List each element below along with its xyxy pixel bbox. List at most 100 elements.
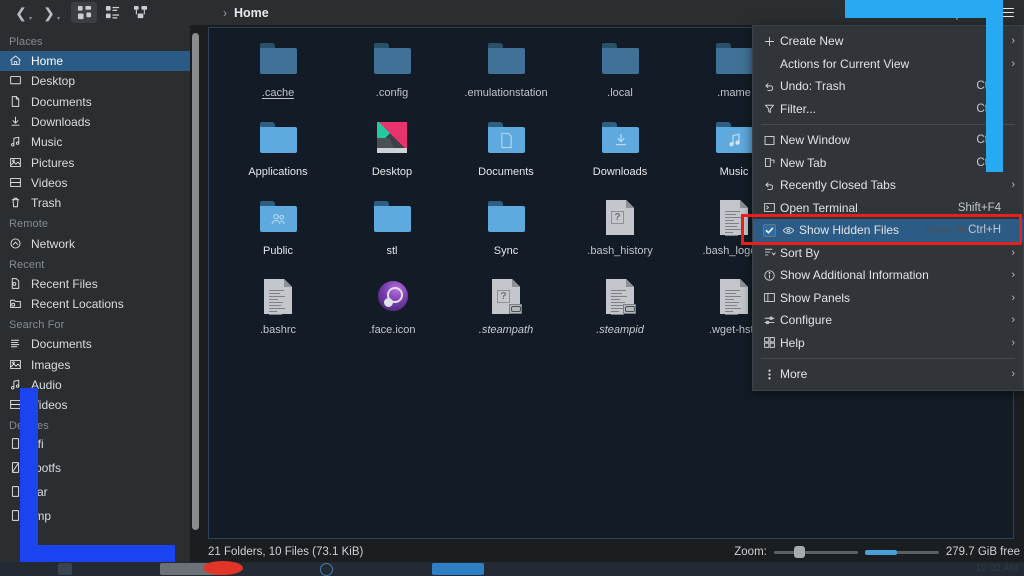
menu-item-new-tab[interactable]: New TabCtrl+ [753,152,1023,175]
file-item[interactable]: Public [221,194,335,273]
file-name-label: .emulationstation [464,87,548,99]
sidebar-item-recent-files[interactable]: Recent Files [0,274,190,294]
menu-item-new-window[interactable]: New WindowCtrl+ [753,129,1023,152]
device-info: efi [31,437,190,451]
sidebar-item-trash[interactable]: Trash [0,193,190,213]
file-item[interactable]: .cache [221,36,335,115]
video-icon [9,176,23,190]
sidebar-item-network[interactable]: Network [0,233,190,253]
menu-item-open-terminal[interactable]: Open Terminal Shift+F4 [753,197,1023,220]
breadcrumb-item-home[interactable]: Home [234,6,269,20]
file-item[interactable]: .local [563,36,677,115]
taskbar-icon-1[interactable] [58,563,72,575]
view-details-button[interactable] [127,2,153,23]
file-item[interactable]: Downloads [563,115,677,194]
breadcrumb[interactable]: › Home [223,6,269,20]
free-space-label: 279.7 GiB free [945,546,1020,558]
file-item[interactable]: .bashrc [221,273,335,352]
back-button[interactable]: ❮ ▾ [8,2,34,23]
view-icons-button[interactable] [71,2,97,23]
sidebar-item-home[interactable]: Home [0,51,190,72]
sidebar-item-documents[interactable]: Documents [0,92,190,112]
forward-button[interactable]: ❯ ▾ [36,2,62,23]
panels-icon [763,291,780,304]
recent-file-icon [9,277,23,291]
sidebar-item-recent-locations[interactable]: Recent Locations [0,294,190,314]
file-item[interactable]: .face.icon [335,273,449,352]
menu-item-create-new[interactable]: Create New › [753,30,1023,53]
taskbar-clock: 10:02 AM [975,563,1018,574]
menu-item-show-panels[interactable]: Show Panels › [753,287,1023,310]
file-name-label: .steampath [478,324,534,336]
file-icon-wrap [710,276,758,320]
menu-item-undo-trash[interactable]: Undo: TrashCtrl+ [753,75,1023,98]
file-item[interactable]: Documents [449,115,563,194]
submenu-arrow-icon: › [1011,246,1015,259]
status-right-group: Zoom: 279.7 GiB free [734,546,1020,558]
icons-view-icon [77,5,91,20]
folder-icon [488,122,525,153]
checkbox-checked-icon[interactable] [763,223,776,237]
folder-icon [602,43,639,74]
file-item[interactable]: .emulationstation [449,36,563,115]
file-item[interactable]: Applications [221,115,335,194]
zoom-slider-handle[interactable] [793,546,805,558]
menu-item-label: Create New [780,34,844,49]
menu-item-shortcut: Ctrl+H [968,224,1001,237]
configure-icon [763,314,780,327]
menu-item-more[interactable]: More › [753,363,1023,386]
taskbar-icon-record[interactable] [203,561,243,575]
menu-item-show-additional-information[interactable]: Show Additional Information › [753,264,1023,287]
overlay-artifact-left-vertical [20,388,38,563]
sidebar-item-documents[interactable]: Documents [0,334,190,354]
menu-item-configure[interactable]: Configure › [753,309,1023,332]
menu-item-show-hidden-files[interactable]: Show Hidden Files Press Sh Ctrl+H [753,219,1023,242]
menu-item-label: Actions for Current View [780,56,910,71]
file-icon-wrap [710,39,758,83]
file-item[interactable]: stl [335,194,449,273]
menu-item-sort-by[interactable]: Sort By › [753,242,1023,265]
taskbar-item-filemanager[interactable] [432,563,484,575]
file-item[interactable]: Sync [449,194,563,273]
file-name-label: stl [386,245,398,257]
status-summary: 21 Folders, 10 Files (73.1 KiB) [208,546,364,558]
file-icon [720,200,748,236]
file-item[interactable]: ? .bash_history [563,194,677,273]
file-item[interactable]: .config [335,36,449,115]
menu-item-actions-for-current-view[interactable]: Actions for Current View › [753,53,1023,76]
menu-item-label: Show Additional Information [780,268,929,283]
view-compact-button[interactable] [99,2,125,23]
menu-item-recently-closed-tabs[interactable]: Recently Closed Tabs › [753,174,1023,197]
taskbar-icon-browser[interactable] [320,563,333,576]
file-icon-wrap [254,39,302,83]
sidebar-item-downloads[interactable]: Downloads [0,112,190,132]
details-view-icon [133,5,147,19]
sidebar-scrollbar[interactable] [192,33,199,530]
sidebar-item-images[interactable]: Images [0,355,190,375]
sidebar-item-label: Documents [31,337,92,352]
overlay-artifact-left-horizontal [20,545,175,563]
file-name-label: Music [719,166,749,178]
menu-item-help[interactable]: Help › [753,332,1023,355]
submenu-arrow-icon: › [1011,291,1015,304]
zoom-slider[interactable] [773,546,858,558]
text-lines [725,290,742,317]
menu-item-label: More [780,367,808,382]
context-menu[interactable]: Create New › Actions for Current View › Undo… [752,25,1024,391]
sidebar-item-label: Images [31,357,71,372]
info-icon [763,269,780,282]
submenu-arrow-icon: › [1011,35,1015,48]
sidebar-item-pictures[interactable]: Pictures [0,152,190,172]
sidebar-item-music[interactable]: Music [0,132,190,152]
file-item[interactable]: .steampid [563,273,677,352]
search-images-icon [9,358,23,372]
file-item[interactable]: ? .steampath [449,273,563,352]
menu-item-ghost-text: Press Sh [926,224,967,236]
overlay-artifact-top [845,0,1003,10]
sidebar-item-desktop[interactable]: Desktop [0,71,190,91]
sidebar-item-videos[interactable]: Videos [0,173,190,193]
taskbar[interactable]: 10:02 AM [0,561,1024,576]
menu-item-filter[interactable]: Filter...Ctrl+ [753,98,1023,121]
file-name-label: Sync [493,245,519,257]
file-item[interactable]: Desktop [335,115,449,194]
